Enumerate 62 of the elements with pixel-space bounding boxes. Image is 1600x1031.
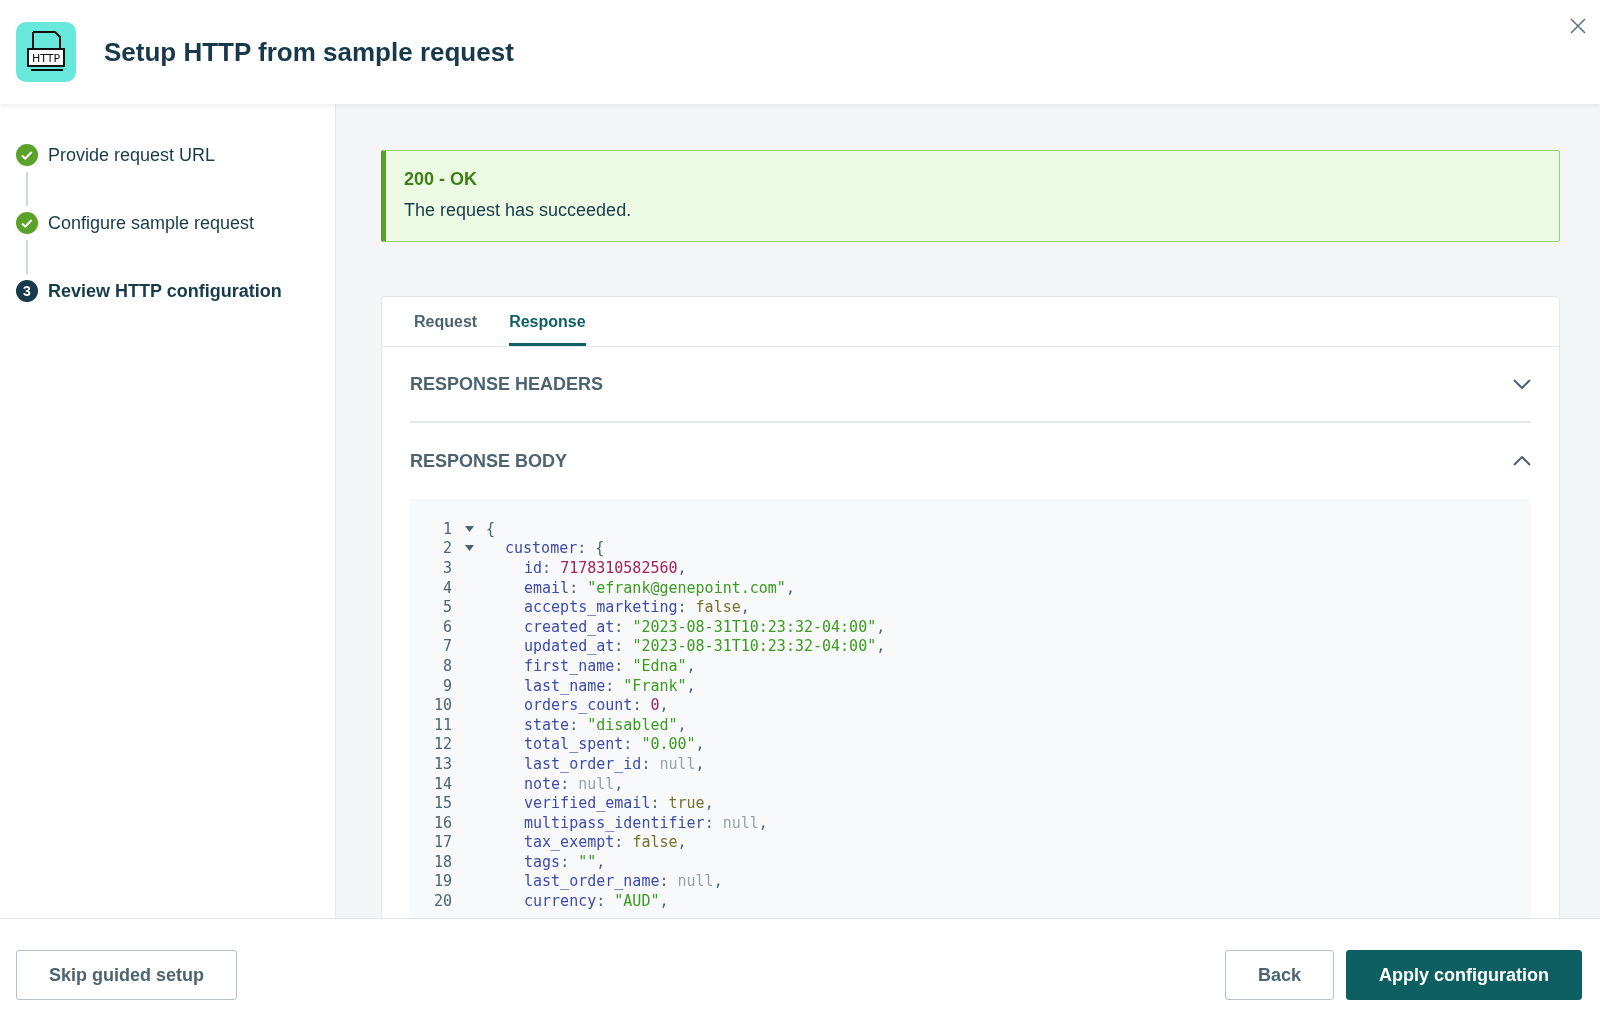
code-line: currency: "AUD", xyxy=(524,892,669,911)
line-number: 18 xyxy=(432,852,452,871)
line-number: 13 xyxy=(432,754,452,773)
check-icon xyxy=(16,212,38,234)
http-file-logo-icon: HTTP xyxy=(16,22,76,82)
code-line: total_spent: "0.00", xyxy=(524,735,705,754)
step-number-badge: 3 xyxy=(16,280,38,302)
line-number: 14 xyxy=(432,774,452,793)
code-line: email: "efrank@genepoint.com", xyxy=(524,578,795,597)
step-label: Provide request URL xyxy=(48,144,216,166)
line-number: 8 xyxy=(441,656,452,675)
fold-arrow-icon[interactable] xyxy=(464,525,474,532)
code-line: accepts_marketing: false, xyxy=(524,598,750,617)
section-header[interactable]: RESPONSE BODY xyxy=(410,423,1531,499)
code-line: customer: { xyxy=(505,539,605,558)
line-number: 15 xyxy=(432,794,452,813)
line-number: 4 xyxy=(441,578,452,597)
code-line: verified_email: true, xyxy=(524,794,714,813)
line-number: 12 xyxy=(432,735,452,754)
fold-arrow-icon[interactable] xyxy=(464,545,474,552)
code-line: created_at: "2023-08-31T10:23:32-04:00", xyxy=(524,617,886,636)
code-line: last_order_name: null, xyxy=(524,872,723,891)
step-label: Configure sample request xyxy=(48,212,255,234)
code-line: { xyxy=(486,519,496,538)
code-line: last_name: "Frank", xyxy=(524,676,696,695)
code-line: note: null, xyxy=(524,774,624,793)
alert-title: 200 - OK xyxy=(404,169,479,190)
apply-button[interactable]: Apply configuration xyxy=(1346,950,1582,1000)
code-line: updated_at: "2023-08-31T10:23:32-04:00", xyxy=(524,637,886,656)
skip-button[interactable]: Skip guided setup xyxy=(16,950,237,1000)
line-number: 3 xyxy=(441,559,452,577)
dialog-title: Setup HTTP from sample request xyxy=(104,36,514,68)
tab[interactable]: Request xyxy=(414,297,478,346)
close-icon[interactable] xyxy=(1568,16,1588,36)
line-number: 2 xyxy=(441,539,452,558)
back-button[interactable]: Back xyxy=(1224,950,1334,1000)
code-line: tags: "", xyxy=(524,852,606,871)
line-number: 16 xyxy=(432,813,452,832)
line-number: 5 xyxy=(441,598,452,617)
code-line: first_name: "Edna", xyxy=(524,656,696,675)
line-number: 11 xyxy=(432,715,452,734)
line-number: 1 xyxy=(441,519,452,538)
line-number: 9 xyxy=(441,676,452,695)
line-number: 17 xyxy=(432,833,452,852)
code-line: last_order_id: null, xyxy=(524,754,705,773)
line-number: 10 xyxy=(432,696,452,715)
code-line: tax_exempt: false, xyxy=(524,833,687,852)
alert-message: The request has succeeded. xyxy=(404,200,633,221)
chevron-icon xyxy=(1513,456,1531,466)
line-number: 7 xyxy=(441,637,452,656)
step-label: Review HTTP configuration xyxy=(48,280,282,302)
code-line: multipass_identifier: null, xyxy=(524,813,768,832)
code-line: state: "disabled", xyxy=(524,715,687,734)
tab[interactable]: Response xyxy=(509,297,586,346)
code-line: id: 7178310582560, xyxy=(524,559,687,577)
line-number: 6 xyxy=(441,617,452,636)
section-header[interactable]: RESPONSE HEADERS xyxy=(410,347,1531,423)
check-icon xyxy=(16,144,38,166)
line-number: 19 xyxy=(432,872,452,891)
code-line: orders_count: 0, xyxy=(524,696,669,715)
line-number: 20 xyxy=(432,892,452,911)
chevron-icon xyxy=(1513,379,1531,389)
